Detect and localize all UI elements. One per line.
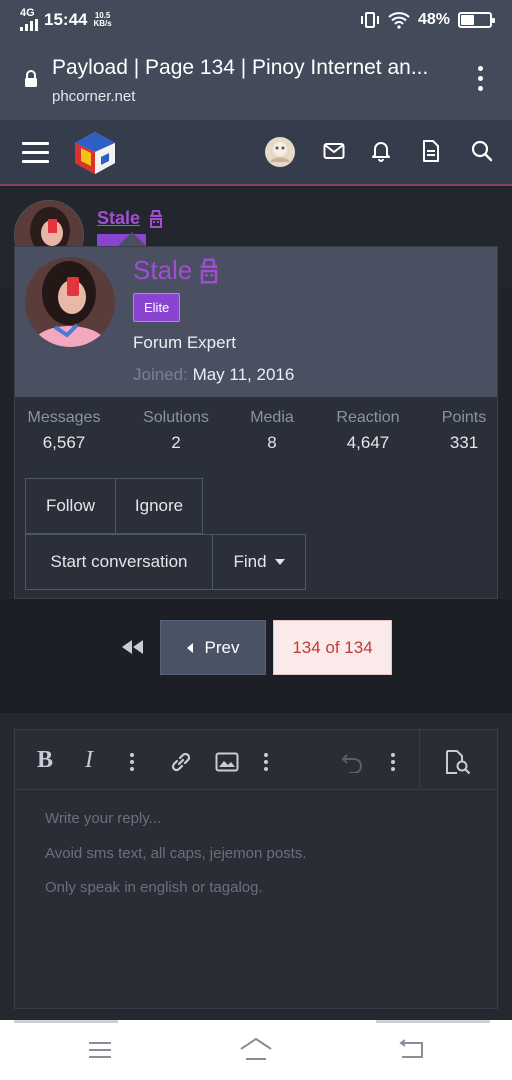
editor-toolbar: B I	[15, 730, 497, 790]
network-speed: 10.5 KB/s	[93, 12, 111, 28]
stat-label: Reaction	[336, 409, 400, 426]
current-page-indicator[interactable]: 134 of 134	[273, 620, 392, 675]
bell-icon[interactable]	[371, 140, 391, 162]
undo-icon[interactable]	[341, 751, 365, 773]
image-icon[interactable]	[215, 752, 239, 772]
more-options-icon[interactable]	[129, 752, 135, 772]
clock: 15:44	[44, 10, 88, 29]
start-conversation-button[interactable]: Start conversation	[25, 534, 213, 590]
signal-indicator: 4G	[20, 7, 38, 31]
bold-icon[interactable]: B	[37, 747, 53, 774]
stat-value: 331	[449, 433, 479, 452]
search-icon[interactable]	[471, 140, 493, 162]
stat-label: Messages	[27, 409, 101, 426]
page-domain: phcorner.net	[52, 88, 136, 105]
member-username-text: Stale	[133, 255, 193, 285]
system-nav-bar	[0, 1020, 512, 1080]
user-badge-icon	[150, 210, 162, 228]
more-actions-icon[interactable]	[390, 752, 396, 772]
member-joined: Joined: May 11, 2016	[133, 365, 294, 385]
member-username[interactable]: Stale	[133, 255, 222, 286]
more-insert-icon[interactable]	[263, 752, 269, 772]
member-card-header: Stale Elite Forum Expert Joined: May 11,…	[15, 247, 497, 397]
browser-url-bar[interactable]: Payload | Page 134 | Pinoy Internet an..…	[0, 40, 512, 120]
signal-icon	[20, 19, 38, 31]
underlying-element	[14, 1020, 118, 1023]
browser-menu-icon[interactable]	[478, 66, 484, 91]
elite-badge: Elite	[133, 293, 181, 322]
home-icon[interactable]	[239, 1037, 273, 1061]
menu-icon[interactable]	[22, 142, 49, 163]
status-bar: 4G 15:44 10.5 KB/s 48%	[0, 0, 512, 40]
stat-value: 8	[267, 433, 277, 452]
post-author-username[interactable]: Stale	[97, 208, 140, 229]
lock-icon	[25, 70, 37, 87]
find-button[interactable]: Find	[212, 534, 306, 590]
prev-label: Prev	[204, 637, 240, 657]
toolbar-divider	[419, 730, 420, 788]
mail-icon[interactable]	[323, 142, 345, 160]
preview-icon[interactable]	[445, 749, 471, 775]
joined-date: May 11, 2016	[192, 365, 295, 384]
caret-down-icon	[274, 559, 285, 565]
stat-solutions[interactable]: Solutions 2	[135, 409, 217, 453]
stat-label: Points	[441, 409, 487, 426]
underlying-element	[376, 1020, 490, 1023]
stat-media[interactable]: Media 8	[237, 409, 307, 453]
site-logo[interactable]	[72, 130, 118, 176]
popup-arrow	[118, 232, 146, 246]
member-role: Forum Expert	[133, 333, 236, 352]
italic-icon[interactable]: I	[85, 747, 93, 774]
stat-value: 6,567	[42, 433, 86, 452]
stat-messages[interactable]: Messages 6,567	[23, 409, 105, 453]
reply-editor[interactable]: B I Write your reply... Avoid sms text, …	[14, 729, 498, 1009]
link-icon[interactable]	[169, 750, 193, 774]
speed-unit: KB/s	[93, 19, 112, 28]
user-badge-icon	[200, 258, 218, 283]
placeholder-line: Avoid sms text, all caps, jejemon posts.	[45, 845, 307, 862]
back-icon[interactable]	[398, 1039, 424, 1059]
member-avatar[interactable]	[25, 257, 115, 347]
stat-value: 4,647	[346, 433, 390, 452]
stat-points[interactable]: Points 331	[433, 409, 495, 453]
find-button-label: Find	[233, 552, 267, 571]
battery-fill	[461, 15, 474, 25]
avatar[interactable]	[264, 136, 296, 168]
network-type: 4G	[20, 7, 35, 19]
prev-page-button[interactable]: Prev	[160, 620, 266, 675]
stat-value: 2	[171, 433, 181, 452]
follow-button[interactable]: Follow	[25, 478, 116, 534]
member-tooltip-card: Stale Elite Forum Expert Joined: May 11,…	[14, 246, 498, 599]
document-icon[interactable]	[422, 139, 440, 163]
first-page-icon[interactable]	[122, 640, 144, 654]
joined-label: Joined:	[133, 365, 188, 384]
stat-reaction[interactable]: Reaction 4,647	[325, 409, 411, 453]
battery-icon	[458, 12, 495, 28]
site-header	[0, 120, 512, 186]
wifi-icon	[388, 12, 410, 29]
stat-label: Solutions	[143, 409, 209, 426]
placeholder-line: Only speak in english or tagalog.	[45, 879, 263, 896]
caret-left-icon	[186, 642, 193, 653]
ignore-button[interactable]: Ignore	[115, 478, 203, 534]
battery-percent: 48%	[417, 11, 450, 28]
vibrate-icon	[360, 12, 379, 28]
recent-apps-icon[interactable]	[88, 1041, 112, 1059]
stat-label: Media	[250, 409, 294, 426]
placeholder-line: Write your reply...	[45, 810, 162, 827]
page-title: Payload | Page 134 | Pinoy Internet an..…	[52, 56, 429, 79]
